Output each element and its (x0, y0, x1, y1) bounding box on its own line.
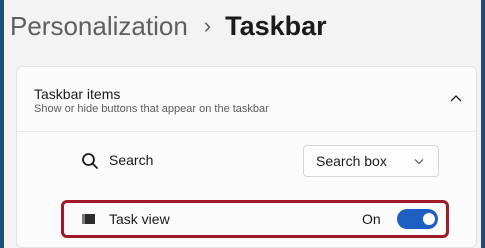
search-icon (82, 153, 98, 169)
task-view-toggle[interactable] (397, 209, 438, 229)
breadcrumb: Personalization › Taskbar (10, 4, 327, 48)
divider (17, 131, 476, 132)
search-dropdown[interactable]: Search box (303, 145, 439, 177)
search-dropdown-value: Search box (316, 153, 387, 169)
toggle-knob (423, 213, 435, 225)
section-title: Taskbar items (34, 86, 121, 102)
search-setting-row: Search Search box (17, 139, 476, 183)
page-title: Taskbar (225, 10, 327, 41)
toggle-state-label: On (362, 211, 381, 227)
taskbar-items-header[interactable]: Taskbar items Show or hide buttons that … (17, 67, 476, 131)
task-view-label: Task view (109, 211, 170, 227)
taskbar-items-card: Taskbar items Show or hide buttons that … (16, 66, 477, 248)
search-label: Search (109, 152, 154, 168)
breadcrumb-parent[interactable]: Personalization (10, 11, 188, 42)
section-description: Show or hide buttons that appear on the … (34, 103, 269, 115)
task-view-icon (82, 214, 95, 224)
task-view-setting-row: Task view On (17, 198, 476, 242)
chevron-up-icon[interactable] (449, 93, 463, 103)
breadcrumb-separator: › (203, 13, 212, 38)
chevron-down-icon (414, 159, 424, 165)
